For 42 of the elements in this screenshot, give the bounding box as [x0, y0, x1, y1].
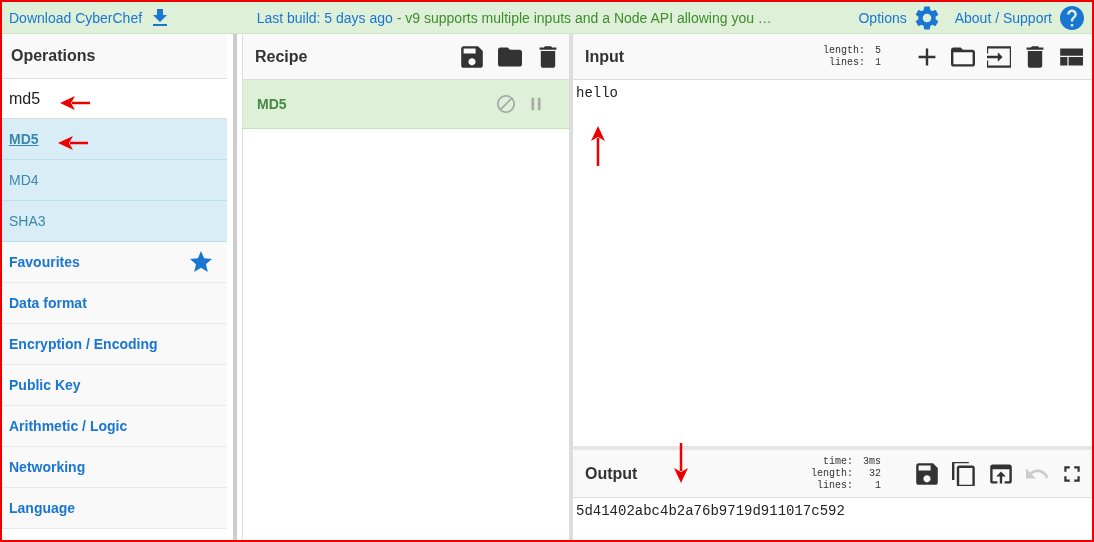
stat-value: 1: [874, 479, 881, 492]
build-notice[interactable]: Last build: 5 days ago: [256, 9, 393, 26]
favourites-category[interactable]: Favourites: [2, 242, 227, 283]
download-link[interactable]: Download CyberChef: [9, 7, 171, 28]
options-link[interactable]: Options: [858, 5, 939, 30]
stat-label: length:: [822, 44, 865, 57]
save-icon[interactable]: [460, 44, 484, 69]
operation-name: MD5: [257, 96, 288, 112]
help-icon: [1060, 5, 1084, 30]
operation-item[interactable]: MD4: [2, 160, 227, 201]
panel-title: Operations: [11, 47, 97, 65]
panel-title: Output: [585, 464, 639, 483]
stat-value: 32: [868, 467, 881, 480]
operation-item[interactable]: SHA3: [2, 201, 227, 242]
copy-icon[interactable]: [952, 461, 976, 486]
settings-icon: [914, 5, 939, 30]
input-text[interactable]: hello: [573, 80, 1092, 106]
stat-value: 5: [875, 44, 881, 57]
panel-title: Recipe: [255, 47, 309, 66]
stat-value: 3ms: [863, 455, 881, 468]
about-link[interactable]: About / Support: [954, 5, 1084, 30]
operation-category[interactable]: Networking: [2, 447, 227, 488]
output-text: 5d41402abc4b2a76b9719d911017c592: [575, 502, 846, 521]
stat-label: time:: [821, 455, 853, 468]
export-icon[interactable]: [989, 461, 1013, 486]
star-icon: [190, 251, 212, 273]
panel-title: Input: [585, 47, 626, 66]
operation-category[interactable]: Data format: [2, 283, 227, 324]
folder-icon[interactable]: [498, 44, 522, 69]
operation-item[interactable]: MD5: [2, 119, 227, 160]
import-icon[interactable]: [987, 44, 1011, 69]
folder-icon[interactable]: [951, 44, 975, 69]
stat-label: lines:: [827, 56, 865, 69]
notice-message: - v9 supports multiple inputs and a Node API allowing you …: [395, 9, 772, 26]
operation-category[interactable]: Encryption / Encoding: [2, 324, 227, 365]
stat-label: lines:: [815, 479, 853, 492]
operation-category[interactable]: Arithmetic / Logic: [2, 406, 227, 447]
save-icon[interactable]: [915, 461, 939, 486]
stat-label: length:: [810, 467, 853, 480]
operation-category[interactable]: Language: [2, 488, 227, 529]
operation-category[interactable]: Public Key: [2, 365, 227, 406]
stat-value: 1: [875, 56, 881, 69]
